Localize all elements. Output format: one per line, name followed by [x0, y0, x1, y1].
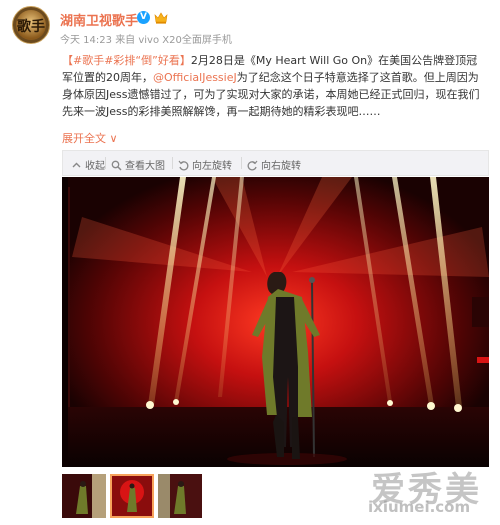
collapse-button[interactable]: 收起 [71, 157, 105, 172]
toolbar-divider [172, 157, 173, 169]
rotate-right-label: 向右旋转 [261, 161, 301, 172]
magnifier-icon [111, 160, 122, 171]
thumbnail-image [62, 474, 106, 518]
rotate-left-button[interactable]: 向左旋转 [178, 157, 232, 172]
post-meta: 今天 14:23 来自 vivo X20全面屏手机 [60, 31, 232, 46]
expand-full-text-link[interactable]: 展开全文 ∨ [62, 130, 118, 146]
view-large-button[interactable]: 查看大图 [111, 157, 165, 172]
mention-link[interactable]: @OfficialJessieJ [153, 71, 237, 84]
collapse-label: 收起 [85, 161, 105, 172]
post-source: 来自 vivo X20全面屏手机 [115, 35, 232, 46]
thumbnail[interactable] [158, 474, 202, 518]
verified-icon: V [137, 11, 150, 24]
collapse-icon [72, 162, 81, 168]
thumbnail-image [112, 476, 152, 516]
rotate-right-icon [247, 160, 258, 171]
toolbar-divider [105, 157, 106, 169]
post-time[interactable]: 今天 14:23 [60, 35, 112, 46]
stage-photo-graphic [62, 177, 489, 467]
stage-photo[interactable] [62, 177, 489, 467]
avatar-text: 歌手 [17, 19, 45, 35]
thumbnail-selected[interactable] [110, 474, 154, 518]
view-large-label: 查看大图 [125, 161, 165, 172]
rotate-right-button[interactable]: 向右旋转 [247, 157, 301, 172]
rotate-left-label: 向左旋转 [192, 161, 232, 172]
weibo-post: 歌手 湖南卫视歌手 V 今天 14:23 来自 vivo X20全面屏手机 【#… [0, 0, 500, 525]
author-name[interactable]: 湖南卫视歌手 [60, 10, 138, 29]
thumbnail-image [158, 474, 202, 518]
watermark-url: ixiumei.com [368, 498, 471, 516]
crown-icon [154, 12, 168, 24]
image-toolbar: 收起 查看大图 向左旋转 向右旋转 [62, 150, 489, 176]
thumbnail-strip [62, 474, 212, 520]
hashtag-link[interactable]: 【#歌手#彩排“倒”好看】 [62, 54, 191, 67]
thumbnail[interactable] [62, 474, 106, 518]
author-avatar[interactable]: 歌手 [12, 6, 50, 44]
toolbar-divider [241, 157, 242, 169]
post-content: 【#歌手#彩排“倒”好看】2月28日是《My Heart Will Go On》… [62, 52, 486, 120]
rotate-left-icon [178, 160, 189, 171]
